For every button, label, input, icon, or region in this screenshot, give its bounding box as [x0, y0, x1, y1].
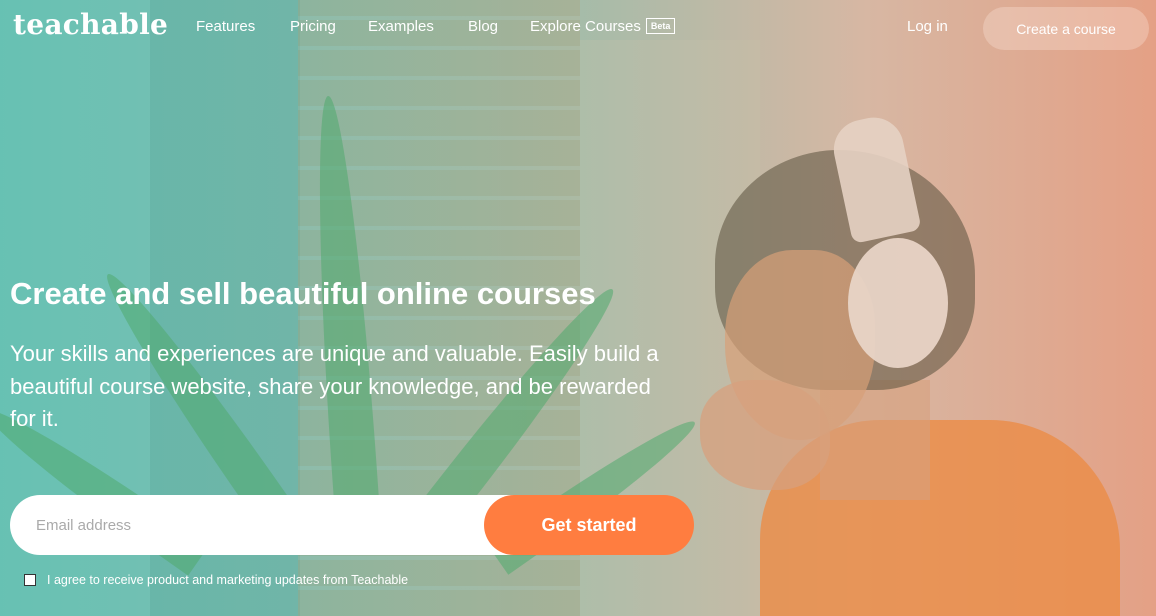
nav-link-explore-courses[interactable]: Explore Courses Beta: [530, 18, 676, 35]
login-link[interactable]: Log in: [907, 18, 948, 35]
explore-courses-label: Explore Courses: [530, 18, 641, 35]
top-navigation: teachable Features Pricing Examples Blog…: [0, 0, 1156, 56]
nav-link-blog[interactable]: Blog: [468, 18, 498, 35]
get-started-button[interactable]: Get started: [484, 495, 694, 555]
hero-headline: Create and sell beautiful online courses: [10, 276, 596, 311]
person-hand: [700, 380, 830, 490]
signup-form: Get started: [10, 495, 694, 555]
headphones-cup: [848, 238, 948, 368]
hero-subtext: Your skills and experiences are unique a…: [10, 341, 659, 431]
create-course-button[interactable]: Create a course: [983, 7, 1149, 50]
marketing-consent: I agree to receive product and marketing…: [24, 573, 408, 587]
beta-badge: Beta: [645, 18, 676, 34]
consent-label: I agree to receive product and marketing…: [47, 573, 409, 587]
teachable-logo[interactable]: teachable: [13, 8, 168, 41]
email-input[interactable]: [10, 495, 530, 555]
nav-link-pricing[interactable]: Pricing: [290, 18, 336, 35]
consent-checkbox[interactable]: [24, 574, 36, 586]
nav-link-examples[interactable]: Examples: [368, 18, 434, 35]
nav-link-features[interactable]: Features: [196, 18, 255, 35]
